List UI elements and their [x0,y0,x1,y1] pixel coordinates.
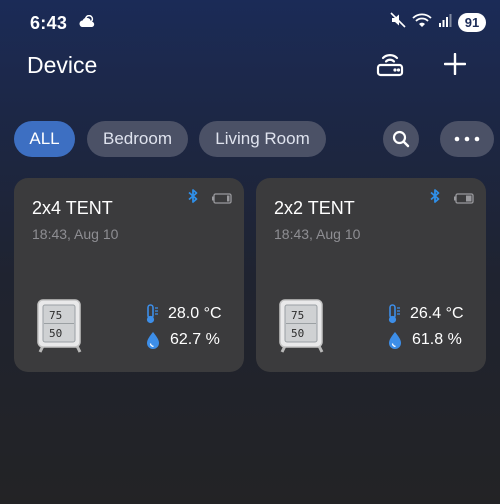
thermometer-icon [388,304,400,324]
thermo-hygrometer-image: 75 50 [278,298,326,359]
temperature-reading: 26.4 °C [386,304,464,324]
temperature-reading: 28.0 °C [144,304,222,324]
device-card[interactable]: 2x4 TENT 18:43, Aug 10 75 50 28.0 °C 62.… [14,178,244,372]
filter-chip-bedroom[interactable]: Bedroom [87,121,188,157]
device-screen-temp: 75 [291,309,304,322]
mute-icon [390,12,406,33]
humidity-value: 61.8 % [412,331,462,348]
status-time: 6:43 [30,13,68,33]
device-updated-time: 18:43, Aug 10 [32,226,119,242]
bluetooth-icon [187,188,199,209]
weather-cloud-icon [79,14,96,33]
device-card[interactable]: 2x2 TENT 18:43, Aug 10 75 50 26.4 °C 61.… [256,178,486,372]
more-options-button[interactable] [440,121,494,157]
humidity-reading: 61.8 % [386,331,462,349]
device-name: 2x2 TENT [274,198,355,218]
wifi-icon [412,12,432,33]
status-icons: 91 [390,12,486,33]
humidity-drop-icon [147,332,159,349]
status-bar: 6:43 91 [0,0,500,44]
device-updated-time: 18:43, Aug 10 [274,226,361,242]
bluetooth-icon [429,188,441,209]
battery-icon [212,191,232,209]
device-screen-humidity: 50 [49,327,62,340]
plus-icon [444,53,466,75]
battery-icon [454,191,474,209]
temperature-value: 28.0 °C [168,305,222,322]
thermometer-icon [146,304,158,324]
humidity-value: 62.7 % [170,331,220,348]
signal-icon [438,13,452,32]
battery-indicator: 91 [458,13,486,32]
add-device-button[interactable] [438,47,472,81]
humidity-reading: 62.7 % [144,331,220,349]
gateway-hub-icon [376,54,404,77]
device-screen-humidity: 50 [291,327,304,340]
page-title: Device [27,52,98,78]
gateway-hub-button[interactable] [372,47,408,83]
device-screen-temp: 75 [49,309,62,322]
search-icon [392,130,410,148]
filter-chip-all[interactable]: ALL [14,121,75,157]
search-button[interactable] [383,121,419,157]
more-dots-icon [454,136,480,142]
temperature-value: 26.4 °C [410,305,464,322]
humidity-drop-icon [389,332,401,349]
filter-chip-living-room[interactable]: Living Room [199,121,326,157]
device-name: 2x4 TENT [32,198,113,218]
thermo-hygrometer-image: 75 50 [36,298,84,359]
